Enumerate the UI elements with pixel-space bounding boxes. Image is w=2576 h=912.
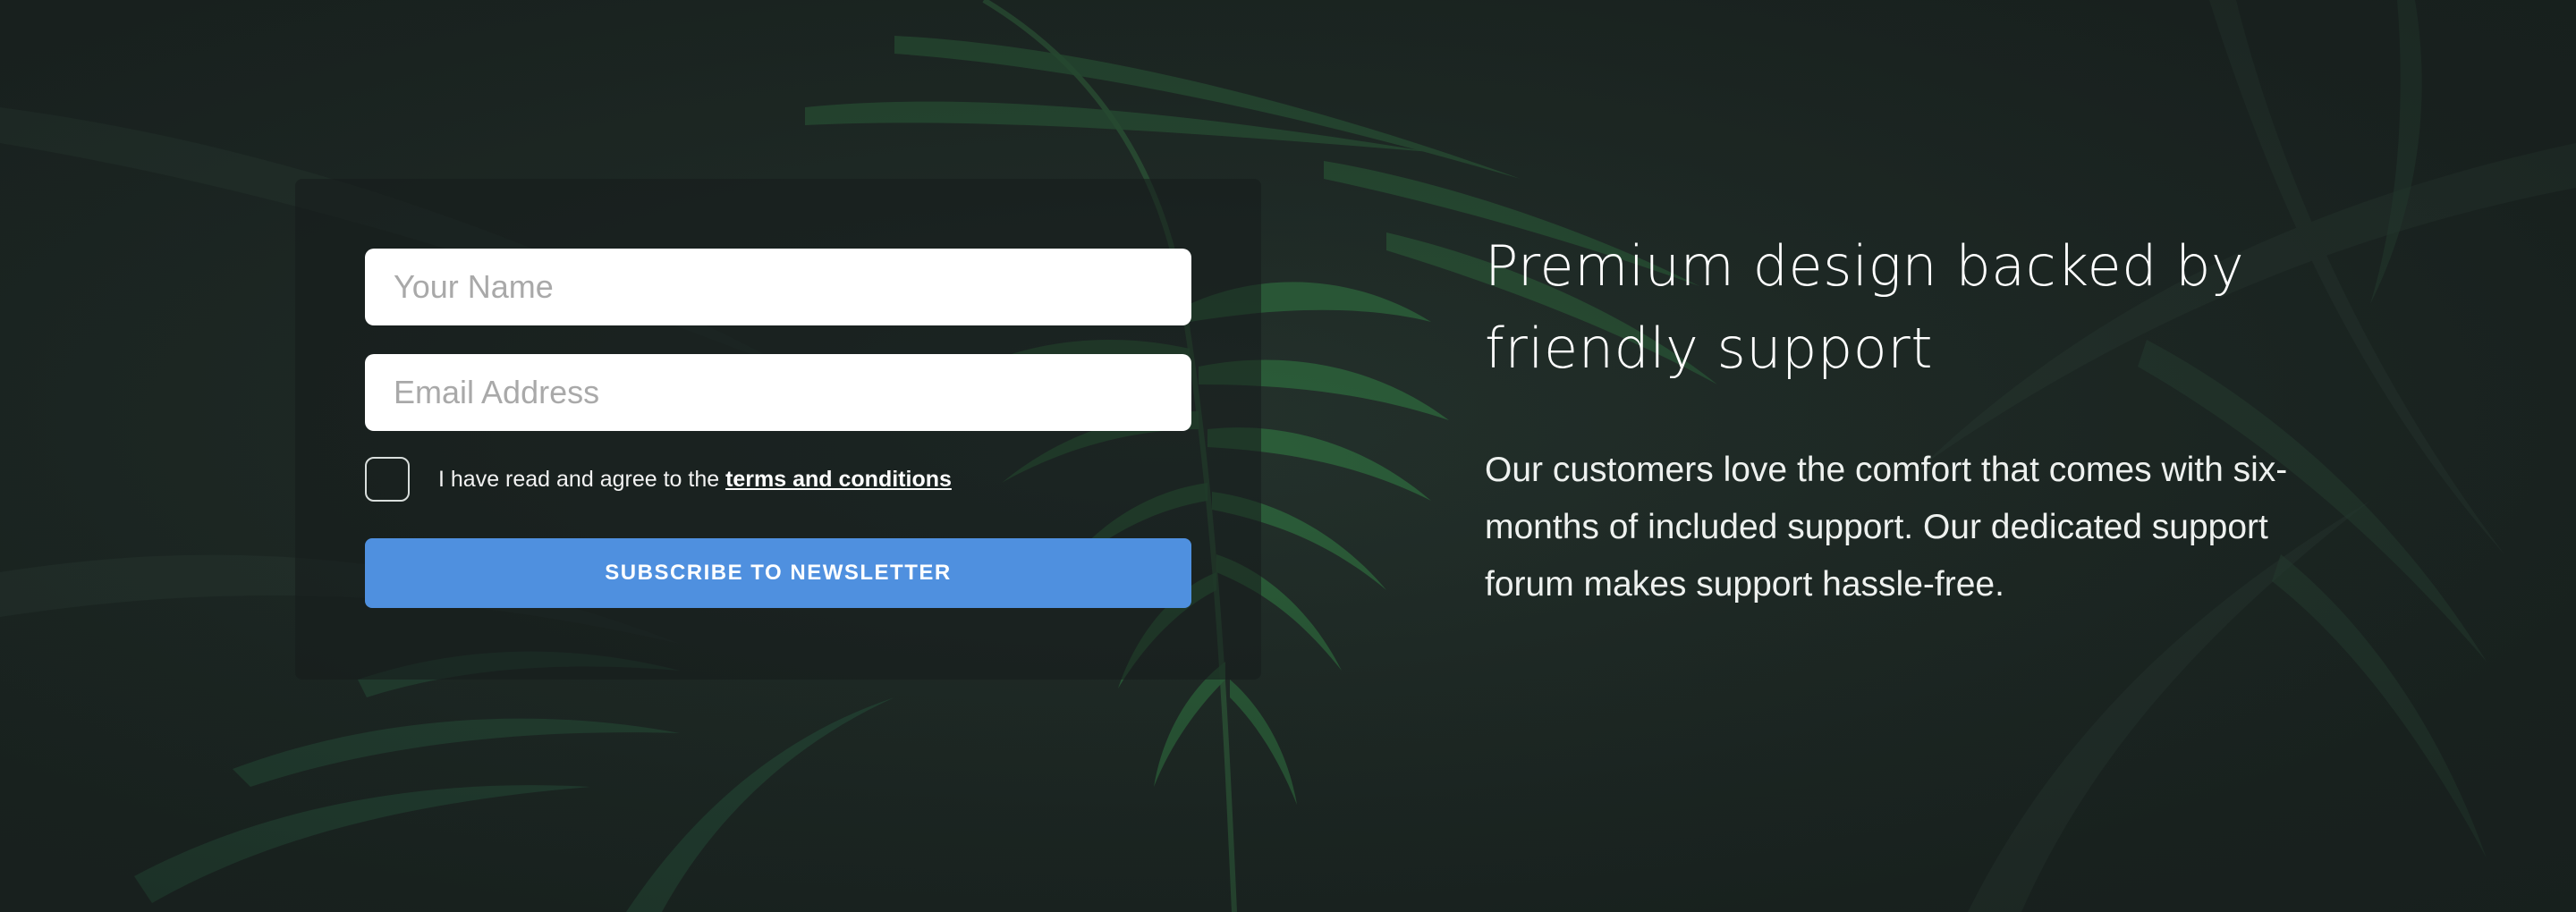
info-heading: Premium design backed by friendly suppor… bbox=[1485, 233, 2245, 381]
terms-and-conditions-link[interactable]: terms and conditions bbox=[725, 467, 952, 492]
email-input[interactable] bbox=[365, 354, 1191, 431]
newsletter-hero-section: I have read and agree to the terms and c… bbox=[0, 0, 2576, 912]
terms-agreement-prefix: I have read and agree to the bbox=[438, 466, 726, 492]
terms-agreement-text: I have read and agree to the terms and c… bbox=[438, 467, 952, 493]
terms-agreement-row: I have read and agree to the terms and c… bbox=[365, 456, 1191, 502]
name-input[interactable] bbox=[365, 249, 1191, 325]
newsletter-form-card: I have read and agree to the terms and c… bbox=[295, 179, 1261, 680]
info-body-text: Our customers love the comfort that come… bbox=[1485, 451, 2288, 604]
terms-checkbox[interactable] bbox=[365, 457, 410, 502]
info-panel: Premium design backed by friendly suppor… bbox=[1485, 225, 2290, 613]
subscribe-button[interactable]: SUBSCRIBE TO NEWSLETTER bbox=[365, 538, 1191, 608]
